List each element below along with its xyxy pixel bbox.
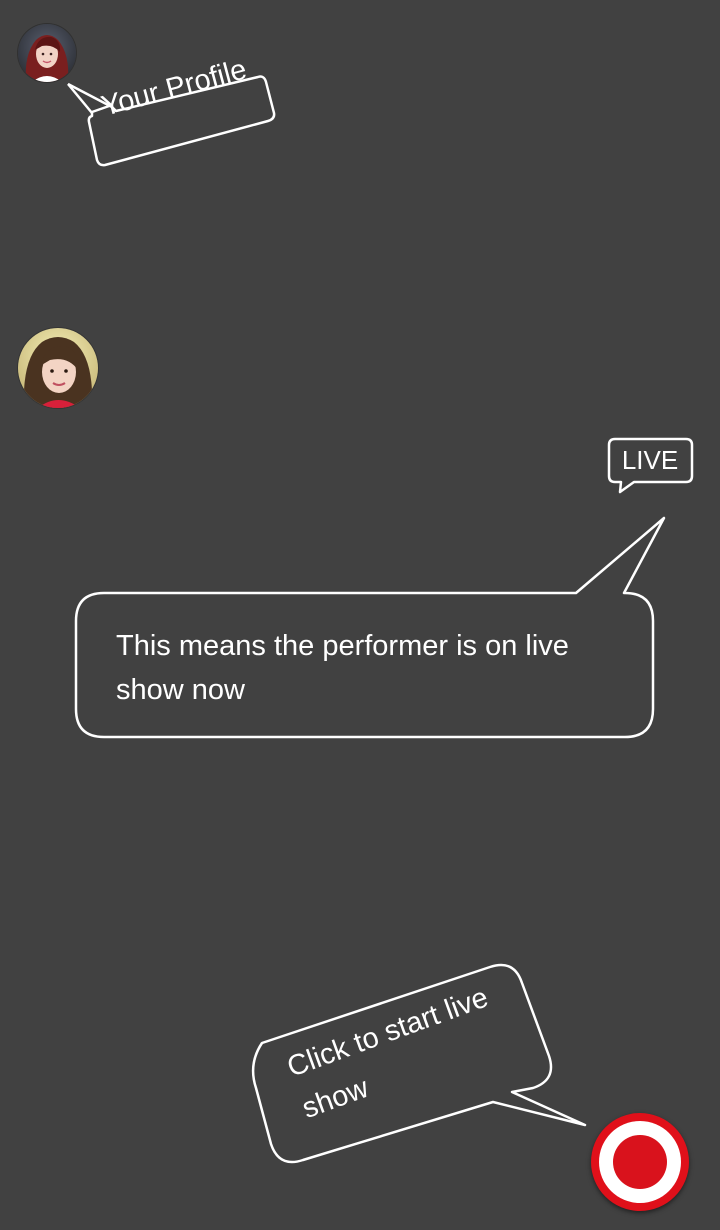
start-live-button[interactable] bbox=[591, 1113, 689, 1211]
user-avatar-icon[interactable] bbox=[18, 24, 76, 82]
record-icon bbox=[613, 1135, 667, 1189]
live-badge-label: LIVE bbox=[621, 445, 679, 475]
live-info-text: This means the performer is on live show… bbox=[116, 630, 569, 706]
start-hint-text: Click to start live show bbox=[283, 981, 493, 1126]
performer-avatar-icon[interactable] bbox=[18, 328, 98, 408]
profile-callout-label: Your Profile bbox=[98, 53, 251, 123]
